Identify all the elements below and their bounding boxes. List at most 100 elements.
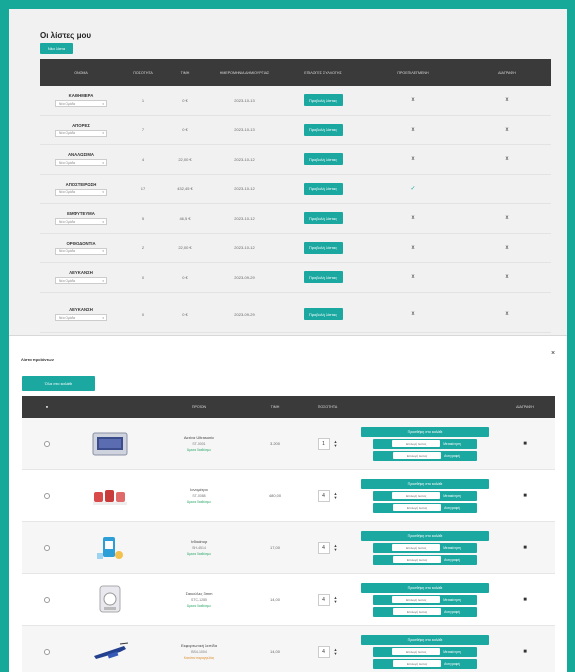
move-button[interactable]: Μετακίνηση (443, 442, 461, 446)
product-image[interactable] (90, 424, 130, 464)
list-date: 2023-10-13 (234, 127, 255, 133)
add-all-to-cart-button[interactable]: Όλα στο καλάθι (22, 376, 95, 391)
delete-icon[interactable]: x (506, 274, 509, 280)
set-default-icon[interactable]: x (412, 245, 415, 251)
decrease-icon[interactable]: ▼ (334, 651, 338, 656)
copy-list-select[interactable]: Επιλογή λίστας (393, 556, 442, 563)
add-to-cart-button[interactable]: Προσθήκη στο καλάθι (361, 478, 489, 489)
view-list-button[interactable]: Προβολή λίστας (303, 153, 343, 166)
list-group-select[interactable]: Νέα Ομάδα ▾ (55, 218, 107, 226)
list-group-select[interactable]: Νέα Ομάδα ▾ (55, 188, 107, 196)
list-options-cell: Προβολή λίστας (283, 123, 363, 136)
view-list-button[interactable]: Προβολή λίστας (303, 271, 343, 284)
copy-list-select[interactable]: Επιλογή λίστας (393, 660, 442, 667)
copy-list-select[interactable]: Επιλογή λίστας (393, 608, 442, 615)
list-name[interactable]: ΛΕΥΚΑΝΣΗ (69, 270, 93, 275)
product-select-radio[interactable] (44, 544, 50, 551)
decrease-icon[interactable]: ▼ (334, 547, 338, 552)
delete-icon[interactable]: ■ (523, 493, 527, 499)
copy-button[interactable]: Αντιγραφή (444, 454, 460, 458)
product-select-radio[interactable] (44, 492, 50, 499)
product-select-radio[interactable] (44, 648, 50, 655)
set-default-icon[interactable]: x (412, 156, 415, 162)
list-group-select[interactable]: Νέα Ομάδα ▾ (55, 159, 107, 167)
delete-icon[interactable]: x (506, 311, 509, 317)
product-image[interactable] (90, 580, 130, 620)
add-to-cart-button[interactable]: Προσθήκη στο καλάθι (361, 634, 489, 645)
move-list-select[interactable]: Επιλογή λίστας (392, 544, 441, 551)
set-default-icon[interactable]: x (412, 274, 415, 280)
move-button[interactable]: Μετακίνηση (443, 598, 461, 602)
delete-icon[interactable]: ■ (523, 545, 527, 551)
list-name[interactable]: ΛΕΥΚΑΝΣΗ (69, 307, 93, 312)
quantity-stepper: 4 ▲ ▼ (317, 489, 338, 502)
quantity-input[interactable]: 4 (317, 541, 330, 554)
set-default-icon[interactable]: x (412, 127, 415, 133)
copy-button[interactable]: Αντιγραφή (444, 558, 460, 562)
set-default-icon[interactable]: x (412, 215, 415, 221)
product-select-radio[interactable] (44, 440, 50, 447)
col-delete: ΔΙΑΓΡΑΦΗ (498, 70, 516, 75)
product-image[interactable] (90, 632, 130, 672)
copy-button[interactable]: Αντιγραφή (444, 506, 460, 510)
product-image[interactable] (90, 476, 130, 516)
view-list-button[interactable]: Προβολή λίστας (303, 308, 343, 320)
delete-icon[interactable]: x (506, 97, 509, 103)
list-group-select-value: Νέα Ομάδα (59, 219, 76, 224)
delete-icon[interactable]: ■ (523, 441, 527, 447)
delete-icon[interactable]: ■ (523, 649, 527, 655)
add-to-cart-button[interactable]: Προσθήκη στο καλάθι (361, 426, 489, 437)
copy-button[interactable]: Αντιγραφή (444, 610, 460, 614)
new-list-button[interactable]: Νέα λίστα (40, 43, 73, 54)
quantity-input[interactable]: 4 (317, 593, 330, 606)
default-check-icon[interactable]: ✓ (410, 186, 415, 192)
move-button[interactable]: Μετακίνηση (443, 494, 461, 498)
delete-icon[interactable]: x (506, 156, 509, 162)
decrease-icon[interactable]: ▼ (334, 495, 338, 500)
list-name[interactable]: ΟΡΘΟΔΟΝΤΙΑ (66, 241, 95, 246)
list-name[interactable]: ΚΑΘΗΜΕΡΑ (69, 93, 94, 98)
view-list-button[interactable]: Προβολή λίστας (303, 123, 343, 136)
close-icon[interactable]: × (551, 350, 555, 357)
quantity-input[interactable]: 4 (317, 489, 330, 502)
copy-list-select[interactable]: Επιλογή λίστας (393, 504, 442, 511)
quantity-input[interactable]: 1 (317, 437, 330, 450)
decrease-icon[interactable]: ▼ (334, 443, 338, 448)
select-all-checkbox[interactable]: ■ (22, 405, 72, 409)
quantity-input[interactable]: 4 (317, 645, 330, 658)
move-list-select[interactable]: Επιλογή λίστας (392, 596, 441, 603)
list-name[interactable]: ΑΝΑΛΩΣΙΜΑ (68, 152, 94, 157)
set-default-icon[interactable]: x (412, 97, 415, 103)
view-list-button[interactable]: Προβολή λίστας (303, 241, 343, 254)
list-group-select[interactable]: Νέα Ομάδα ▾ (55, 129, 107, 137)
move-list-select[interactable]: Επιλογή λίστας (392, 492, 441, 499)
add-to-cart-button[interactable]: Προσθήκη στο καλάθι (361, 530, 489, 541)
list-name[interactable]: ΑΠΟΡΕΣ (72, 123, 90, 128)
decrease-icon[interactable]: ▼ (334, 599, 338, 604)
delete-icon[interactable]: x (506, 215, 509, 221)
view-list-button[interactable]: Προβολή λίστας (303, 94, 343, 107)
list-name[interactable]: ΕΜΦΥΤΕΥΜΑ (67, 211, 95, 216)
quantity-arrows: ▲ ▼ (334, 647, 338, 656)
list-name[interactable]: ΑΠΟΣΤΕΙΡΩΣΗ (66, 182, 97, 187)
delete-icon[interactable]: ■ (523, 597, 527, 603)
move-button[interactable]: Μετακίνηση (443, 650, 461, 654)
move-list-select[interactable]: Επιλογή λίστας (392, 440, 441, 447)
list-group-select[interactable]: Νέα Ομάδα ▾ (55, 314, 107, 321)
list-group-select[interactable]: Νέα Ομάδα ▾ (55, 277, 107, 285)
add-to-cart-button[interactable]: Προσθήκη στο καλάθι (361, 582, 489, 593)
view-list-button[interactable]: Προβολή λίστας (303, 212, 343, 225)
copy-list-select[interactable]: Επιλογή λίστας (393, 452, 442, 459)
copy-button[interactable]: Αντιγραφή (444, 662, 460, 666)
move-list-select[interactable]: Επιλογή λίστας (392, 648, 441, 655)
set-default-icon[interactable]: x (412, 311, 415, 317)
delete-icon[interactable]: x (506, 245, 509, 251)
move-button[interactable]: Μετακίνηση (443, 546, 461, 550)
delete-icon[interactable]: x (506, 127, 509, 133)
product-select-radio[interactable] (44, 596, 50, 603)
list-group-select[interactable]: Νέα Ομάδα ▾ (55, 100, 107, 108)
list-group-select[interactable]: Νέα Ομάδα ▾ (55, 247, 107, 255)
product-image[interactable] (90, 528, 130, 568)
quantity-stepper: 4 ▲ ▼ (317, 645, 338, 658)
view-list-button[interactable]: Προβολή λίστας (303, 182, 343, 195)
